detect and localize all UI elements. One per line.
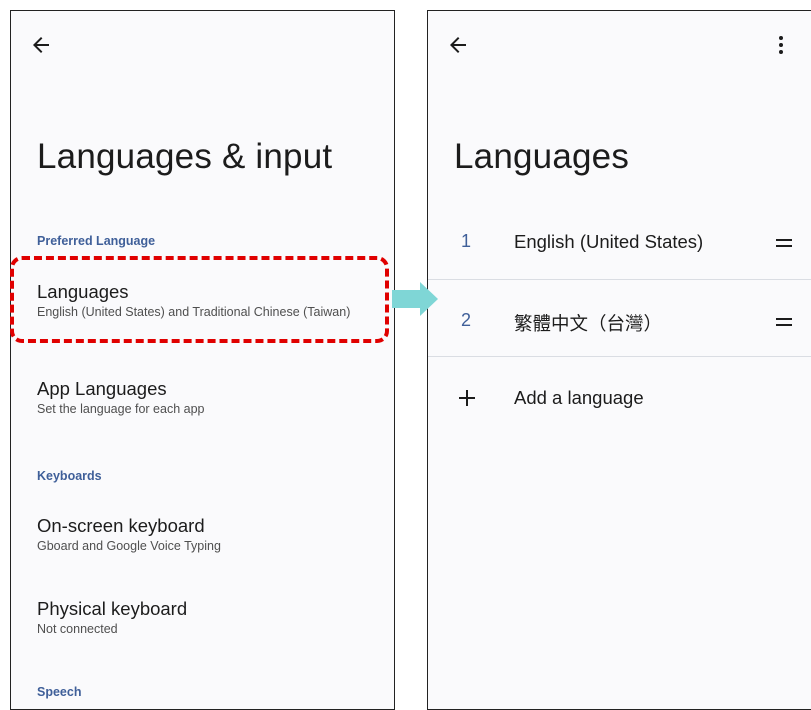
languages-item-subtitle: English (United States) and Traditional … (37, 305, 351, 319)
language-list-item[interactable]: 1 English (United States) (428, 223, 811, 263)
page-title: Languages (454, 137, 630, 176)
languages-screen: Languages 1 English (United States) 2 繁體… (427, 10, 811, 710)
app-languages-item-subtitle: Set the language for each app (37, 402, 205, 416)
onscreen-keyboard-item-subtitle: Gboard and Google Voice Typing (37, 539, 221, 553)
onscreen-keyboard-item-title: On-screen keyboard (37, 515, 205, 536)
language-name: 繁體中文（台灣） (514, 313, 663, 334)
add-language-button[interactable]: Add a language (428, 381, 811, 421)
language-order-number: 2 (461, 310, 472, 330)
add-language-label: Add a language (514, 387, 644, 408)
physical-keyboard-item-title: Physical keyboard (37, 598, 188, 619)
language-order-number: 1 (461, 231, 472, 251)
back-arrow-icon[interactable] (446, 33, 470, 57)
section-header-preferred-language: Preferred Language (37, 234, 156, 248)
page-title: Languages & input (37, 137, 333, 176)
physical-keyboard-item-subtitle: Not connected (37, 622, 118, 636)
languages-setting-item[interactable]: Languages English (United States) and Tr… (37, 281, 364, 320)
more-options-icon[interactable] (769, 33, 793, 57)
right-arrow-icon (392, 282, 440, 316)
app-languages-setting-item[interactable]: App Languages Set the language for each … (37, 378, 364, 417)
languages-item-title: Languages (37, 281, 129, 302)
app-languages-item-title: App Languages (37, 378, 167, 399)
section-header-keyboards: Keyboards (37, 469, 102, 483)
section-header-speech: Speech (37, 685, 82, 699)
language-name: English (United States) (514, 231, 704, 252)
back-arrow-icon[interactable] (29, 33, 53, 57)
list-divider (428, 279, 811, 280)
drag-handle-icon[interactable] (775, 235, 793, 251)
language-list-item[interactable]: 2 繁體中文（台灣） (428, 302, 811, 342)
drag-handle-icon[interactable] (775, 314, 793, 330)
list-divider (428, 356, 811, 357)
plus-icon (458, 389, 476, 407)
physical-keyboard-setting-item[interactable]: Physical keyboard Not connected (37, 598, 364, 637)
onscreen-keyboard-setting-item[interactable]: On-screen keyboard Gboard and Google Voi… (37, 515, 364, 554)
languages-input-screen: Languages & input Preferred Language Lan… (10, 10, 395, 710)
